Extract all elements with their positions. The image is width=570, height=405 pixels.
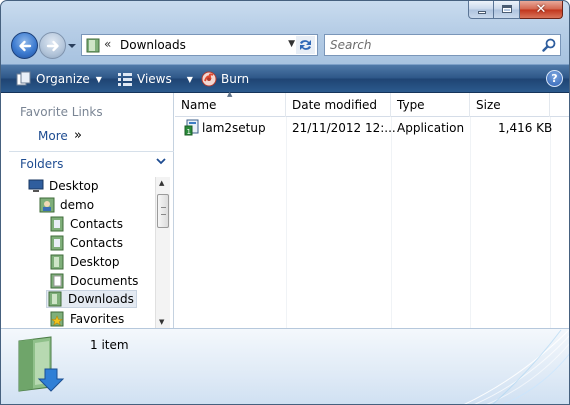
content-area: Favorite Links More » Folders Desktop de… [1, 90, 569, 328]
desktop-folder-icon [50, 254, 64, 270]
decorative-swoosh [463, 329, 569, 404]
table-row[interactable]: 1 lam2setup 21/11/2012 12:... Applicatio… [175, 119, 569, 137]
desktop-icon [28, 179, 44, 192]
search-placeholder[interactable]: Search [330, 38, 372, 52]
sort-ascending-icon: ▲ [227, 90, 233, 98]
command-bar: Organize ▼ Views ▼ Burn ? [1, 64, 569, 93]
tree-item-demo[interactable]: demo [39, 196, 94, 214]
item-count: 1 item [90, 338, 129, 352]
tree-item-label: Favorites [70, 312, 125, 326]
favorites-folder-icon [50, 311, 64, 327]
downloads-folder-large-icon [18, 336, 65, 392]
breadcrumb-overflow-icon[interactable]: « [104, 37, 111, 51]
column-date-label: Date modified [292, 98, 378, 112]
recent-pages-chevron-down-icon[interactable] [67, 41, 77, 51]
minimize-button[interactable] [468, 1, 494, 19]
user-folder-icon [39, 197, 55, 213]
application-icon: 1 [184, 119, 199, 136]
views-label: Views [137, 72, 172, 86]
tree-item-desktop-folder[interactable]: Desktop [49, 253, 120, 271]
favorite-links-heading: Favorite Links [20, 105, 103, 119]
more-link[interactable]: More [38, 129, 68, 143]
more-arrows-icon[interactable]: » [74, 128, 82, 143]
burn-button[interactable]: Burn [201, 70, 249, 88]
file-size: 1,416 KB [498, 121, 553, 135]
tree-item-label: Contacts [70, 236, 123, 250]
forward-button[interactable] [39, 32, 66, 59]
views-icon [118, 73, 132, 86]
file-list: ▲ Name Date modified Type Size 1 lam2set… [175, 90, 569, 328]
column-type[interactable]: Type [391, 93, 470, 117]
back-button[interactable] [11, 32, 38, 59]
caption-buttons: ✕ [468, 1, 563, 19]
tree-item-downloads[interactable]: Downloads [46, 290, 137, 308]
views-button[interactable]: Views ▼ [117, 70, 193, 88]
tree-item-label: Desktop [70, 255, 120, 269]
scroll-down-icon[interactable]: ▼ [159, 318, 164, 326]
svg-text:1: 1 [187, 128, 191, 136]
organize-button[interactable]: Organize ▼ [16, 70, 102, 88]
documents-folder-icon [50, 273, 64, 289]
forward-arrow-icon [46, 40, 59, 52]
burn-disc-icon [201, 71, 217, 87]
tree-item-favorites[interactable]: Favorites [49, 310, 124, 328]
explorer-window: ✕ « Downloads ▼ Search Organize ▼ Views … [0, 0, 570, 405]
navigation-pane: Favorite Links More » Folders Desktop de… [1, 93, 174, 328]
close-button[interactable]: ✕ [520, 1, 563, 19]
organize-icon [16, 71, 31, 86]
tree-item-desktop[interactable]: Desktop [28, 177, 99, 195]
column-name-label: Name [181, 98, 217, 112]
views-dropdown-icon: ▼ [186, 74, 193, 84]
maximize-icon [502, 5, 512, 13]
tree-item-label: Contacts [70, 217, 123, 231]
contacts-folder-icon [50, 235, 64, 251]
maximize-button[interactable] [494, 1, 520, 19]
column-date-modified[interactable]: Date modified [286, 93, 391, 117]
organize-label: Organize [36, 72, 90, 86]
scroll-thumb[interactable] [157, 194, 169, 228]
organize-dropdown-icon: ▼ [95, 74, 102, 84]
tree-scrollbar[interactable]: ▲ ▼ [155, 177, 170, 328]
downloads-folder-icon [86, 38, 100, 53]
tree-item-label: Documents [70, 274, 139, 288]
burn-label: Burn [221, 72, 250, 86]
contacts-folder-icon [50, 216, 64, 232]
close-icon: ✕ [535, 2, 547, 17]
back-arrow-icon [19, 40, 32, 52]
tree-item-contacts[interactable]: Contacts [49, 234, 123, 252]
tree-item-label: demo [60, 198, 95, 212]
file-type: Application [397, 121, 465, 135]
address-dropdown-icon[interactable]: ▼ [288, 39, 295, 49]
tree-item-label: Downloads [68, 292, 134, 306]
search-box[interactable]: Search [324, 34, 561, 56]
minimize-icon [478, 11, 486, 14]
details-pane: 1 item [1, 328, 569, 404]
column-headers: ▲ Name Date modified Type Size [175, 90, 569, 117]
address-bar[interactable]: « Downloads ▼ [81, 34, 318, 56]
file-name[interactable]: lam2setup [202, 121, 266, 135]
tree-item-label: Desktop [49, 179, 99, 193]
column-type-label: Type [397, 98, 425, 112]
column-size[interactable]: Size [470, 93, 550, 117]
folders-label: Folders [20, 157, 64, 171]
tree-item-documents[interactable]: Documents [49, 272, 138, 290]
column-name[interactable]: ▲ Name [175, 90, 286, 117]
tree-item-contacts[interactable]: Contacts [49, 215, 123, 233]
search-icon[interactable] [542, 38, 556, 52]
file-date-modified: 21/11/2012 12:... [292, 121, 396, 135]
help-button[interactable]: ? [546, 70, 563, 87]
column-size-label: Size [476, 98, 501, 112]
breadcrumb-downloads[interactable]: Downloads [120, 38, 186, 52]
folders-header[interactable]: Folders [9, 151, 174, 175]
chevron-down-icon [155, 155, 167, 170]
refresh-icon[interactable] [296, 36, 315, 54]
scroll-up-icon[interactable]: ▲ [159, 179, 164, 187]
downloads-folder-icon [48, 291, 62, 307]
